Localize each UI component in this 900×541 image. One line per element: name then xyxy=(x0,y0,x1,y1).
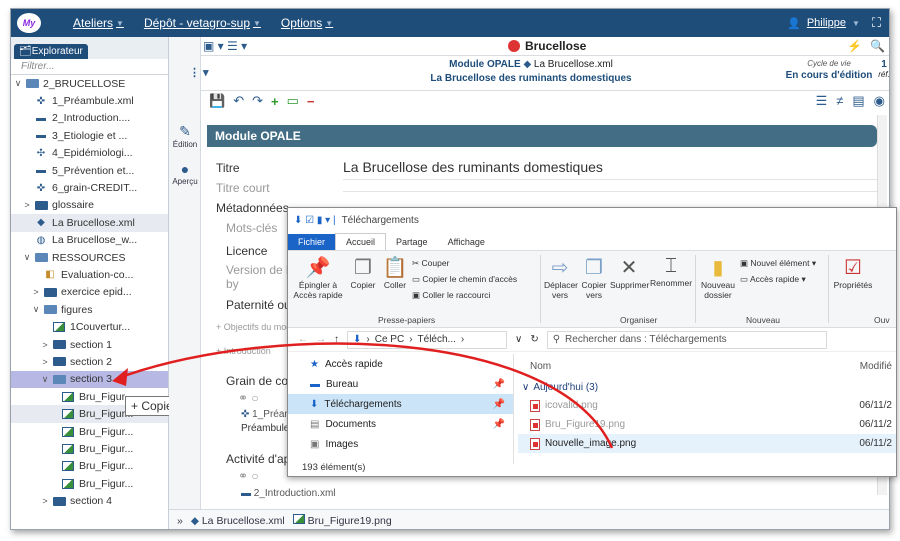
drag-arrow xyxy=(112,342,614,449)
